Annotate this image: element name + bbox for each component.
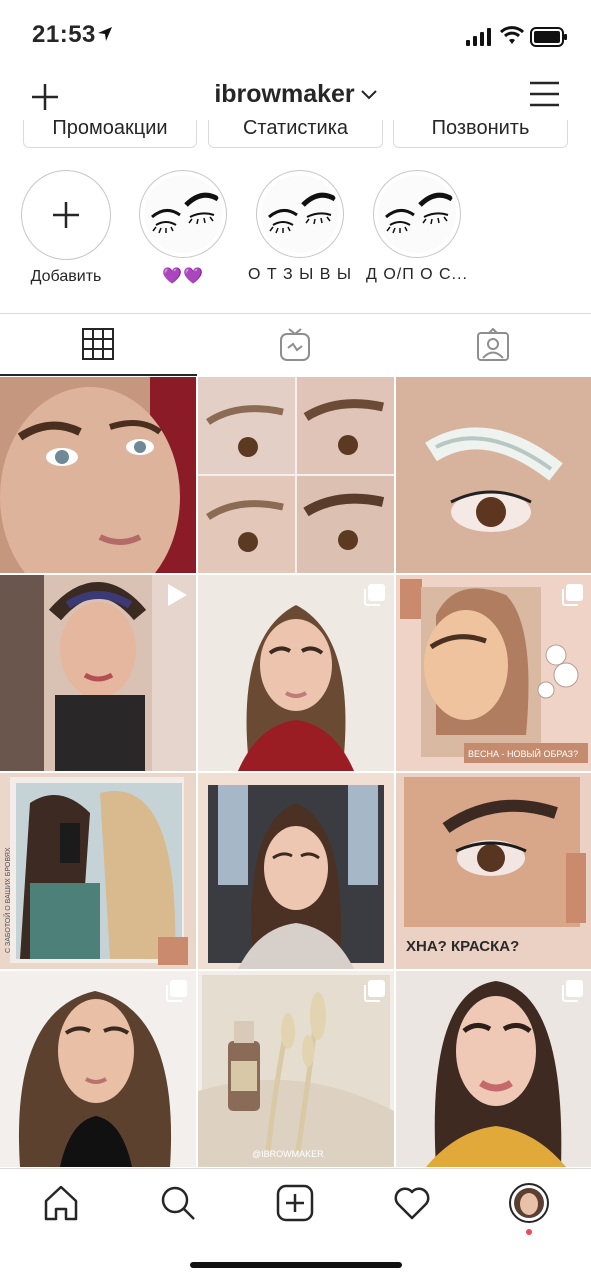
post-image <box>0 377 196 573</box>
tagged-icon <box>477 328 509 361</box>
post-overlay-text: С ЗАБОТОЙ О ВАШИХ БРОВЯХ <box>3 847 12 953</box>
highlight-cover <box>261 175 339 253</box>
highlight-ring <box>256 170 344 258</box>
highlight-label: Добавить <box>30 268 102 285</box>
carousel-icon <box>562 584 583 606</box>
tab-grid[interactable] <box>0 314 197 376</box>
tab-tagged[interactable] <box>394 314 591 376</box>
menu-icon[interactable] <box>529 80 560 108</box>
post-thumbnail[interactable] <box>0 377 196 573</box>
post-thumbnail[interactable] <box>198 377 394 573</box>
chevron-down-icon <box>360 90 377 100</box>
call-button[interactable]: Позвонить <box>393 120 568 148</box>
brow-illustration-icon <box>268 192 337 234</box>
post-image <box>198 377 394 573</box>
post-overlay-text: ВЕСНА - НОВЫЙ ОБРАЗ? <box>468 748 578 759</box>
highlight-cover <box>144 175 222 253</box>
post-overlay-text: @IBROWMAKER <box>252 1149 324 1159</box>
highlight-label: 💜💜 <box>162 268 204 285</box>
highlight-ring <box>21 170 111 260</box>
post-thumbnail[interactable]: ХНА? КРАСКА? <box>396 773 591 969</box>
profile-header: ibrowmaker <box>0 70 591 120</box>
post-image: С ЗАБОТОЙ О ВАШИХ БРОВЯХ <box>0 773 196 969</box>
profile-username: ibrowmaker <box>214 80 355 108</box>
plus-icon <box>53 202 79 228</box>
highlight-cover <box>378 175 456 253</box>
highlight-item[interactable]: 💜💜 <box>127 170 239 286</box>
post-image <box>198 773 394 969</box>
battery-icon <box>530 27 567 47</box>
highlight-label: Д О/П О С... <box>366 266 468 283</box>
post-thumbnail[interactable] <box>0 575 196 771</box>
profile-actions: Промоакции Статистика Позвонить <box>0 120 591 152</box>
profile-avatar <box>509 1183 549 1223</box>
highlight-ring <box>139 170 227 258</box>
video-icon <box>168 584 187 606</box>
highlight-new[interactable]: Добавить <box>10 170 122 286</box>
status-time: 21:53 <box>32 21 96 48</box>
post-thumbnail[interactable]: ВЕСНА - НОВЫЙ ОБРАЗ? <box>396 575 591 771</box>
highlight-item[interactable]: Д О/П О С... <box>361 170 473 284</box>
carousel-icon <box>364 980 385 1002</box>
post-thumbnail[interactable] <box>0 971 196 1167</box>
brow-illustration-icon <box>151 192 220 234</box>
highlight-ring <box>373 170 461 258</box>
insights-button[interactable]: Статистика <box>208 120 383 148</box>
highlight-item[interactable]: О Т З Ы В Ы <box>244 170 356 284</box>
igtv-icon <box>280 328 310 361</box>
tab-igtv[interactable] <box>197 314 394 376</box>
notification-dot-icon <box>526 1229 532 1235</box>
post-thumbnail[interactable] <box>198 773 394 969</box>
account-switcher[interactable]: ibrowmaker <box>0 80 591 109</box>
post-image: ХНА? КРАСКА? <box>396 773 591 969</box>
post-thumbnail[interactable] <box>396 971 591 1167</box>
post-thumbnail[interactable]: @IBROWMAKER <box>198 971 394 1167</box>
wifi-icon <box>500 26 524 44</box>
status-bar: 21:53 <box>0 0 591 70</box>
carousel-icon <box>562 980 583 1002</box>
brow-illustration-icon <box>385 192 454 234</box>
promotions-button[interactable]: Промоакции <box>23 120 197 148</box>
home-indicator <box>190 1262 402 1268</box>
home-icon[interactable] <box>41 1183 81 1223</box>
post-overlay-text: ХНА? КРАСКА? <box>406 938 519 955</box>
carousel-icon <box>364 584 385 606</box>
cellular-signal-icon <box>466 28 491 46</box>
profile-tab[interactable] <box>509 1183 549 1235</box>
profile-tabs <box>0 313 591 377</box>
post-thumbnail[interactable] <box>396 377 591 573</box>
carousel-icon <box>166 980 187 1002</box>
location-arrow-icon <box>98 27 112 41</box>
highlight-label: О Т З Ы В Ы <box>247 266 353 283</box>
post-thumbnail[interactable]: С ЗАБОТОЙ О ВАШИХ БРОВЯХ <box>0 773 196 969</box>
activity-icon[interactable] <box>392 1183 432 1223</box>
search-icon[interactable] <box>158 1183 198 1223</box>
post-thumbnail[interactable] <box>198 575 394 771</box>
grid-icon <box>82 328 114 360</box>
post-image <box>396 377 591 573</box>
new-post-icon[interactable] <box>275 1183 315 1223</box>
story-highlights: Добавить 💜💜 О Т З Ы В Ы Д О/П О С... <box>0 170 591 300</box>
